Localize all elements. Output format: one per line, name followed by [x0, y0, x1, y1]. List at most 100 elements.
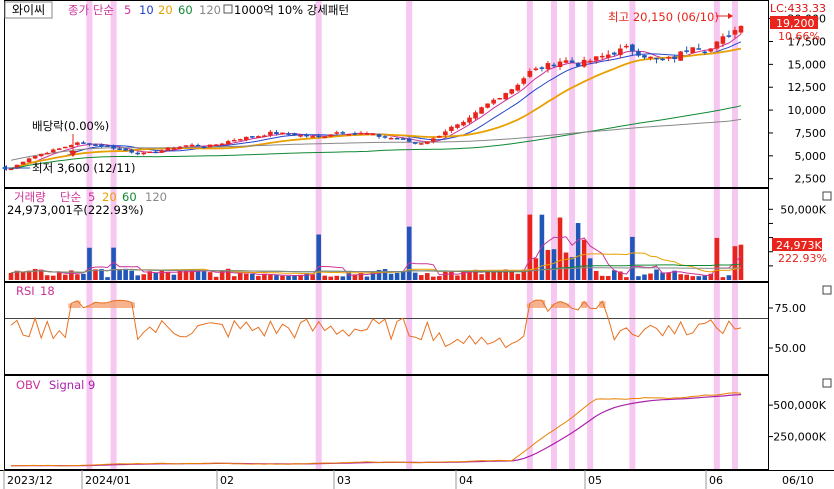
volume-bar-94 [575, 223, 581, 280]
volume-bar-46 [286, 275, 291, 280]
candle-body-121 [738, 25, 744, 33]
candle-body-46 [286, 133, 291, 135]
candle-body-91 [557, 61, 563, 68]
candle-body-96 [587, 60, 593, 63]
volume-bar-6 [44, 275, 50, 280]
volume-bar-42 [262, 274, 267, 280]
candle-body-40 [250, 136, 255, 138]
candle-body-4 [32, 155, 38, 159]
volume-bar-9 [63, 274, 68, 280]
dividend-annotation: 배당락(0.00%) [32, 119, 109, 133]
volume-bar-117 [714, 237, 720, 280]
vol-ma-5[interactable]: 5 [88, 190, 95, 204]
candle-body-25 [159, 150, 165, 153]
volume-bar-66 [406, 226, 412, 280]
volume-bar-98 [599, 275, 605, 280]
volume-bar-32 [201, 271, 207, 280]
price-tick-label-0: 2,500 [795, 173, 827, 186]
candle-body-94 [575, 63, 581, 67]
volume-bar-111 [678, 274, 683, 280]
candle-body-69 [424, 141, 430, 144]
candle-body-32 [201, 146, 207, 149]
volume-tick-label-4: 50,000K [780, 203, 826, 216]
volume-bar-83 [509, 271, 515, 280]
candle-body-99 [605, 54, 611, 58]
volume-bar-65 [400, 271, 406, 280]
candle-body-100 [611, 52, 617, 55]
volume-bar-74 [455, 275, 460, 280]
highlight-band-0 [86, 1, 93, 470]
candle-body-108 [660, 58, 665, 61]
candle-body-50 [310, 136, 315, 138]
vol-ma-20[interactable]: 20 [102, 190, 117, 204]
ma-period-120[interactable]: 120 [199, 3, 221, 17]
candle-body-79 [485, 103, 490, 108]
volume-bar-39 [243, 273, 249, 280]
chart-canvas[interactable]: 2,5005,0007,50010,00012,50015,00017,5002… [0, 0, 834, 489]
candle-body-90 [551, 64, 557, 67]
candle-body-9 [63, 146, 68, 149]
candle-body-30 [189, 144, 195, 147]
volume-bar-62 [382, 269, 388, 280]
x-tick-label-3: 03 [337, 474, 351, 487]
volume-bar-121 [738, 244, 744, 280]
candle-body-86 [527, 70, 533, 77]
candle-body-87 [533, 68, 539, 71]
volume-bar-2 [20, 272, 26, 280]
candle-body-41 [256, 136, 261, 138]
candle-body-43 [268, 131, 273, 136]
volume-bar-100 [611, 270, 617, 280]
stock-name: 와이씨 [12, 3, 45, 17]
volume-bar-45 [280, 275, 285, 280]
candle-body-80 [491, 99, 496, 104]
ma-period-5[interactable]: 5 [124, 3, 131, 17]
high-annotation: 최고 20,150 (06/10) [608, 10, 719, 24]
vol-ma-60[interactable]: 60 [122, 190, 137, 204]
rsi-tick-label-1: 75.00 [775, 302, 807, 315]
obv-close-icon[interactable] [822, 378, 832, 388]
candle-body-111 [678, 51, 683, 61]
candle-body-89 [545, 63, 551, 70]
candle-body-49 [304, 134, 309, 137]
ma-period-10[interactable]: 10 [139, 3, 154, 17]
volume-bar-43 [268, 275, 273, 280]
ma-period-60[interactable]: 60 [178, 3, 193, 17]
x-tick-label-7: 06/10 [782, 474, 814, 487]
rsi-title: RSI [16, 284, 35, 298]
candle-body-109 [666, 57, 671, 59]
candle-body-107 [654, 57, 659, 60]
volume-bar-103 [630, 236, 635, 280]
volume-badge-pct: 222.93% [778, 252, 827, 265]
volume-bar-92 [563, 252, 569, 280]
candle-body-64 [394, 137, 400, 140]
rsi-period[interactable]: 18 [40, 284, 55, 298]
price-tick-label-4: 12,500 [788, 81, 827, 94]
rsi-fill-15 [98, 302, 105, 308]
volume-title: 거래량 [14, 190, 46, 204]
candle-body-103 [630, 44, 635, 52]
ma-period-20[interactable]: 20 [158, 3, 173, 17]
candle-body-21 [135, 152, 141, 155]
rsi-fill-16 [104, 302, 111, 308]
price-tick-label-1: 5,000 [795, 150, 827, 163]
vol-ma-120[interactable]: 120 [145, 190, 167, 204]
volume-bar-67 [412, 272, 418, 280]
volume-bar-24 [153, 272, 159, 280]
highlight-band-7 [587, 1, 594, 470]
candle-body-52 [322, 136, 328, 139]
candle-body-93 [569, 60, 575, 63]
low-annotation: 최저 3,600 (12/11) [32, 161, 136, 175]
candle-body-2 [20, 161, 26, 165]
volume-close-icon[interactable] [822, 191, 832, 201]
volume-bar-54 [334, 275, 340, 280]
volume-bar-79 [485, 271, 490, 280]
candle-body-88 [539, 67, 545, 69]
candle-body-8 [56, 148, 62, 150]
candle-body-114 [696, 48, 702, 50]
rsi-close-icon[interactable] [822, 285, 832, 295]
candle-body-27 [171, 148, 177, 150]
pattern-checkbox[interactable] [223, 4, 233, 14]
volume-bar-20 [129, 270, 134, 280]
volume-bar-105 [642, 274, 647, 280]
volume-bar-69 [424, 273, 430, 280]
